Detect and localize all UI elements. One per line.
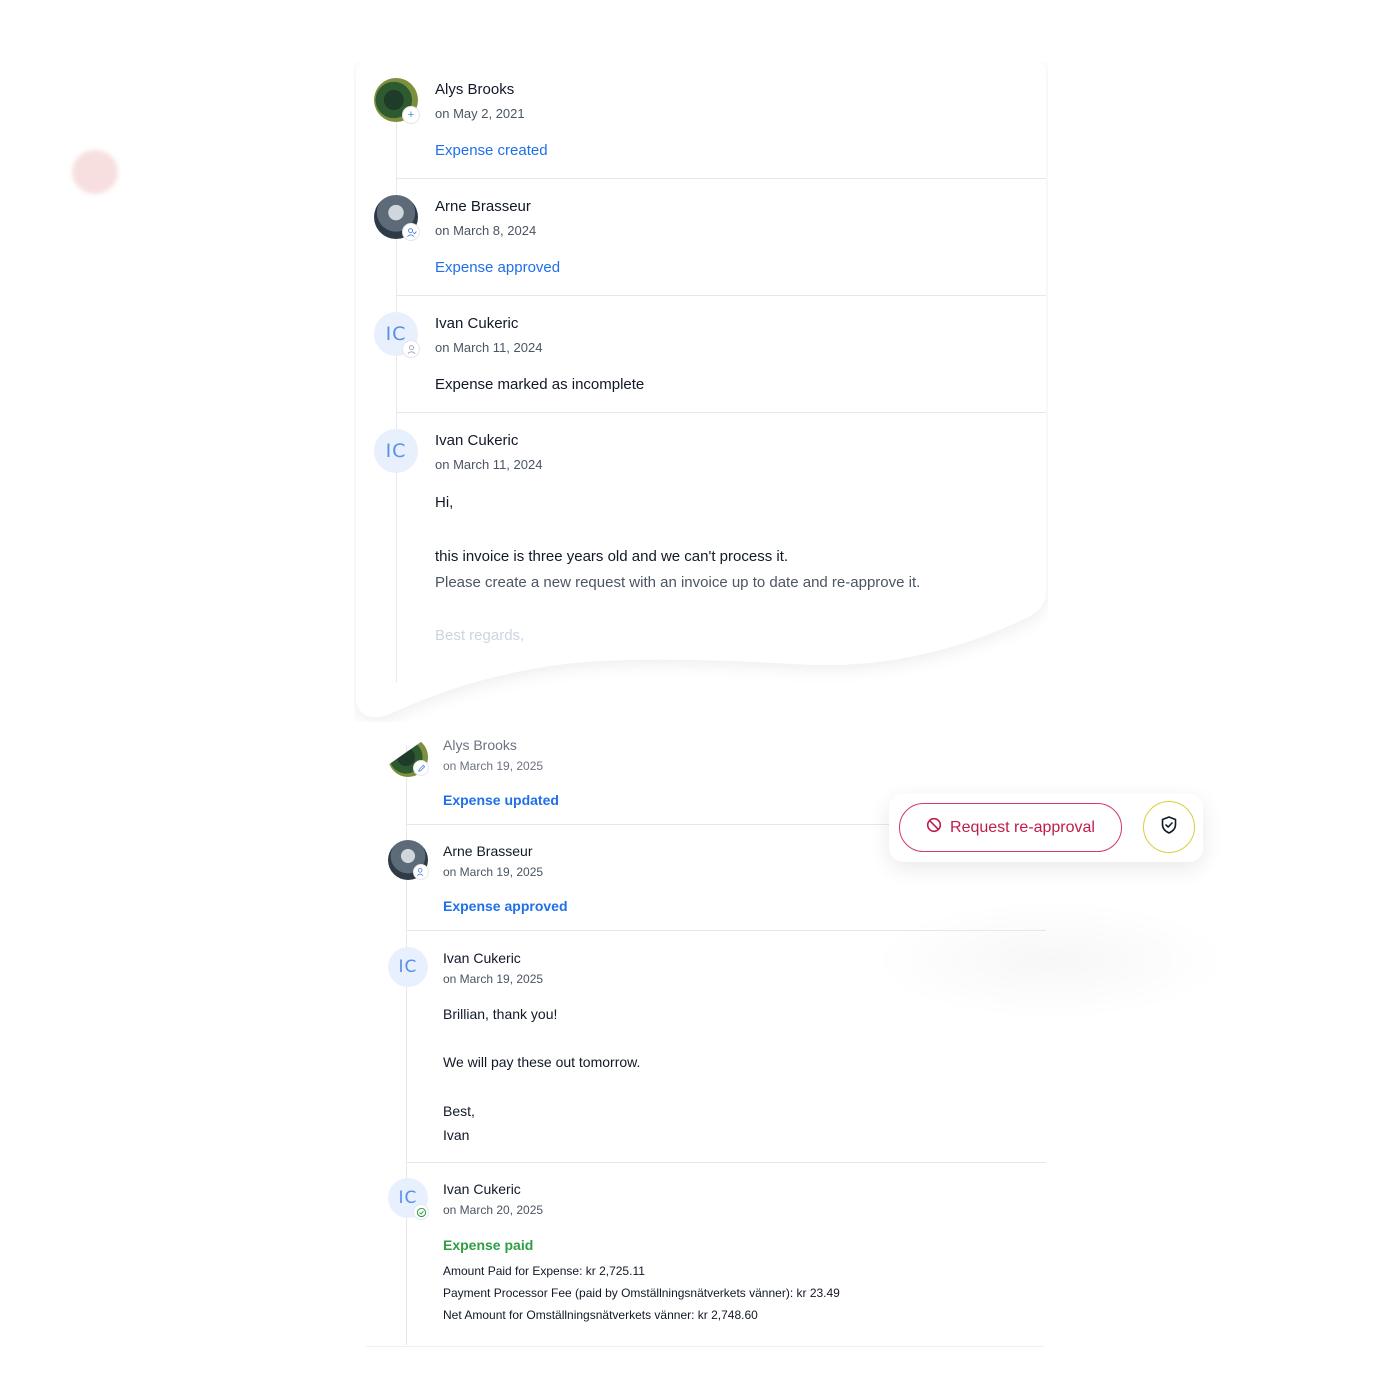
entry-date: on March 19, 2025: [443, 972, 544, 986]
net-amount-line: Net Amount for Omställningsnätverkets vä…: [443, 1308, 758, 1322]
author-name[interactable]: Arne Brasseur: [435, 198, 531, 215]
divider: [396, 178, 1046, 179]
shield-check-icon: [1159, 815, 1179, 840]
divider: [406, 930, 1046, 931]
author-name[interactable]: Ivan Cukeric: [443, 950, 521, 966]
action-label: Expense marked as incomplete: [435, 376, 645, 393]
request-reapproval-button[interactable]: Request re-approval: [899, 803, 1122, 852]
amount-paid-line: Amount Paid for Expense: kr 2,725.11: [443, 1264, 645, 1278]
ban-icon: [926, 817, 942, 838]
author-name[interactable]: Ivan Cukeric: [443, 1181, 521, 1197]
activity-card-top: + Alys Brooks on May 2, 2021 Expense cre…: [354, 62, 1048, 722]
author-name[interactable]: Arne Brasseur: [443, 843, 532, 859]
comment-line: Brillian, thank you!: [443, 1006, 558, 1022]
action-label: Expense approved: [435, 259, 561, 276]
author-name[interactable]: Ivan Cukeric: [435, 315, 518, 332]
user-check-icon: [402, 223, 420, 241]
author-name[interactable]: Alys Brooks: [435, 81, 514, 98]
action-label: Expense paid: [443, 1237, 534, 1253]
entry-date: on March 11, 2024: [435, 457, 543, 472]
divider: [396, 412, 1046, 413]
processor-fee-line: Payment Processor Fee (paid by Omställni…: [443, 1286, 840, 1300]
user-icon: [402, 340, 420, 358]
entry-date: on May 2, 2021: [435, 106, 525, 121]
action-label: Expense updated: [443, 792, 559, 808]
comment-line: Ivan: [443, 1127, 470, 1143]
divider: [396, 295, 1046, 296]
entry-date: on March 11, 2024: [435, 340, 543, 355]
request-reapproval-label: Request re-approval: [950, 818, 1095, 836]
edit-icon: [413, 760, 429, 776]
comment-closing: Best regards,: [435, 627, 525, 644]
action-label: Expense approved: [443, 898, 568, 914]
comment-line: this invoice is three years old and we c…: [435, 548, 789, 565]
user-check-icon: [413, 864, 429, 880]
decorative-blob: [72, 150, 118, 194]
comment-line: Please create a new request with an invo…: [435, 574, 921, 591]
author-name[interactable]: Ivan Cukeric: [435, 432, 518, 449]
plus-icon: +: [402, 106, 420, 124]
author-name[interactable]: Alys Brooks: [443, 737, 517, 753]
avatar-initials[interactable]: IC: [388, 947, 428, 987]
entry-date: on March 19, 2025: [443, 865, 544, 879]
check-circle-icon: [413, 1204, 429, 1220]
comment-line: We will pay these out tomorrow.: [443, 1054, 641, 1070]
entry-date: on March 8, 2024: [435, 223, 537, 238]
comment-line: Best,: [443, 1103, 475, 1119]
floating-action-bar: Request re-approval: [889, 794, 1203, 862]
shield-button[interactable]: [1143, 801, 1195, 853]
avatar-initials[interactable]: IC: [374, 429, 418, 473]
entry-date: on March 19, 2025: [443, 759, 544, 773]
action-label: Expense created: [435, 142, 548, 159]
entry-date: on March 20, 2025: [443, 1203, 544, 1217]
divider: [366, 1346, 1044, 1347]
divider: [406, 1162, 1046, 1163]
timeline-line: [406, 745, 407, 1345]
comment-greeting: Hi,: [435, 494, 454, 511]
